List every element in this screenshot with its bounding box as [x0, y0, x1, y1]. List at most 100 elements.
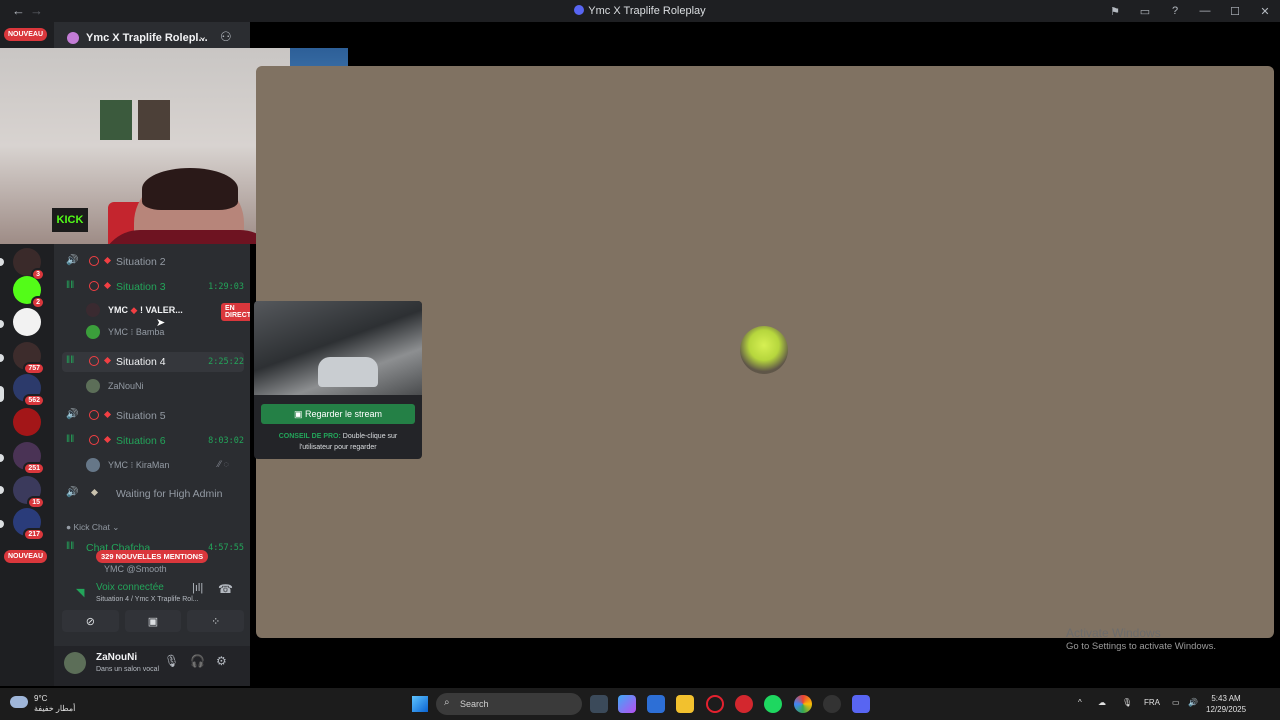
file-explorer-icon[interactable] [676, 695, 694, 713]
server-unread-pill [0, 258, 4, 266]
participant-avatar[interactable] [740, 326, 788, 374]
onedrive-icon[interactable]: ☁ [1098, 698, 1106, 707]
voice-user[interactable]: YMC ⁝ KiraMan ⁄⁄ ◌ [86, 457, 246, 475]
server-logo-icon [574, 5, 585, 15]
category-kick-chat[interactable]: ● Kick Chat ⌄ [66, 522, 119, 533]
mouse-cursor: ➤ [156, 317, 166, 329]
spotify-icon[interactable] [764, 695, 782, 713]
voice-activity-icon: ‖‖ [66, 355, 75, 366]
server-emblem-icon [67, 32, 79, 44]
avatar [86, 379, 100, 393]
voice-channel-situation-3[interactable]: ‖‖ Situation 3 1:29:03 [62, 277, 244, 297]
watch-stream-button[interactable]: ▣ Regarder le stream [261, 404, 415, 424]
avatar[interactable] [64, 652, 86, 674]
voice-channel-situation-2[interactable]: 🔊 Situation 2 [62, 252, 244, 272]
channel-timer: 8:03:02 [208, 436, 244, 446]
chrome-icon[interactable] [794, 695, 812, 713]
voice-activity-icon: ‖‖ [66, 280, 75, 291]
camera-off-button[interactable]: ⊘ [62, 610, 119, 632]
noise-suppression-icon[interactable]: |ıl| [192, 582, 203, 594]
taskbar-search[interactable]: ⌕ Search [436, 693, 582, 715]
search-icon: ⌕ [444, 697, 450, 708]
voice-channel-situation-6[interactable]: ‖‖ Situation 6 8:03:02 [62, 431, 244, 451]
no-entry-icon [89, 281, 99, 291]
voice-controls: ⊘ ▣ ⁘ [62, 610, 245, 632]
headphones-icon[interactable]: 🎧 [190, 654, 205, 668]
diamond-icon [103, 410, 112, 419]
username[interactable]: ZaNouNi [96, 652, 137, 663]
voice-channel-path[interactable]: Situation 4 / Ymc X Traplife Rol... [96, 596, 199, 603]
diamond-icon [103, 356, 112, 365]
add-member-icon[interactable]: ⚇ [220, 29, 232, 45]
app-icon[interactable] [823, 695, 841, 713]
voice-user[interactable]: YMC @Smooth [104, 564, 250, 574]
diamond-icon [103, 281, 112, 290]
signal-icon: ◥ [76, 587, 85, 599]
server-icon[interactable]: 251 [13, 442, 45, 475]
volume-icon[interactable]: 🔊 [1188, 698, 1198, 707]
new-mentions-badge[interactable]: 329 NOUVELLES MENTIONS [96, 550, 209, 563]
diamond-icon [103, 256, 112, 265]
server-icon[interactable]: 217 [13, 508, 45, 541]
maximize-button[interactable]: ☐ [1220, 5, 1250, 18]
stream-thumbnail-car [318, 357, 378, 387]
voice-user[interactable]: YMC ⁝ Bamba [86, 324, 246, 342]
disconnect-icon[interactable]: ☎ [218, 582, 233, 596]
diamond-icon [103, 435, 112, 444]
pro-tip: CONSEIL DE PRO: Double-clique sur l'util… [278, 433, 398, 451]
server-icon[interactable] [13, 308, 41, 336]
system-clock[interactable]: 5:43 AM 12/29/2025 [1206, 693, 1246, 715]
server-icon[interactable]: 3 [13, 248, 45, 281]
avatar [86, 458, 100, 472]
server-unread-pill [0, 354, 4, 362]
no-entry-icon [89, 256, 99, 266]
server-icon[interactable]: 562 [13, 374, 45, 407]
flag-icon[interactable]: ⚑ [1100, 5, 1130, 18]
voice-status[interactable]: Voix connectée [96, 582, 164, 593]
minimize-button[interactable]: — [1190, 5, 1220, 17]
server-icon[interactable]: 15 [13, 476, 45, 509]
server-unread-pill [0, 520, 4, 528]
server-selected-pill [0, 386, 4, 402]
webcam-kick-sign: KICK [52, 208, 88, 232]
speaker-lock-icon: 🔊 [66, 409, 79, 420]
settings-gear-icon[interactable]: ⚙ [216, 654, 227, 668]
server-icon[interactable] [13, 408, 41, 436]
discord-icon[interactable] [852, 695, 870, 713]
chevron-up-icon[interactable]: ^ [1078, 698, 1082, 707]
avatar [86, 325, 100, 339]
server-name: Ymc X Traplife Rolepl... [86, 32, 208, 44]
avatar [86, 303, 100, 317]
voice-user[interactable]: ZaNouNi [86, 378, 246, 396]
voice-channel-situation-5[interactable]: 🔊 Situation 5 [62, 406, 244, 426]
help-icon[interactable]: ? [1160, 5, 1190, 17]
new-badge[interactable]: NOUVEAU [4, 28, 48, 41]
chevron-down-icon[interactable]: ⌄ [198, 30, 207, 43]
channel-timer: 2:25:22 [208, 357, 244, 367]
channel-timer: 1:29:03 [208, 282, 244, 292]
webcam-person-hair [142, 168, 238, 210]
activities-button[interactable]: ⁘ [187, 610, 245, 632]
screen-share-button[interactable]: ▣ [124, 610, 182, 632]
microphone-tray-icon[interactable]: 🎙 [1122, 698, 1132, 707]
voice-user[interactable]: YMC ◆ ! VALER... EN DIRECT [86, 302, 250, 321]
server-icon[interactable]: 757 [13, 342, 45, 375]
new-badge[interactable]: NOUVEAU [4, 550, 48, 563]
server-icon-kick[interactable]: 2 [13, 276, 45, 309]
voice-connected-panel: ◥ Voix connectée Situation 4 / Ymc X Tra… [62, 574, 246, 644]
close-button[interactable]: ✕ [1250, 5, 1280, 18]
language-indicator[interactable]: FRA [1144, 698, 1160, 707]
server-unread-pill [0, 486, 4, 494]
store-icon[interactable] [647, 695, 665, 713]
copilot-icon[interactable] [618, 695, 636, 713]
network-icon[interactable]: ▭ [1172, 698, 1180, 707]
voice-channel-waiting[interactable]: 🔊 Waiting for High Admin [62, 484, 244, 504]
task-view-icon[interactable] [590, 695, 608, 713]
opera-gx-icon[interactable] [706, 695, 724, 713]
windows-start-icon[interactable] [412, 696, 428, 712]
screen-icon[interactable]: ▭ [1130, 5, 1160, 18]
voice-channel-situation-4[interactable]: ‖‖ Situation 4 2:25:22 [62, 352, 244, 372]
app-icon[interactable] [735, 695, 753, 713]
microphone-icon[interactable]: 🎙 [164, 654, 179, 668]
live-badge[interactable]: EN DIRECT [221, 303, 250, 321]
